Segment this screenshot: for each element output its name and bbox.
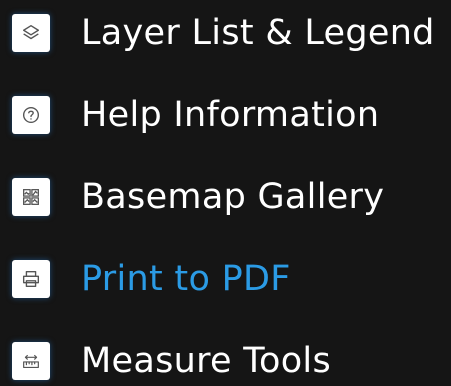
menu-item-layer-list-legend[interactable]: Layer List & Legend — [0, 8, 451, 58]
ruler-measure-icon — [12, 342, 50, 380]
printer-icon — [12, 260, 50, 298]
menu-item-label: Basemap Gallery — [81, 177, 385, 217]
menu-item-print-to-pdf[interactable]: Print to PDF — [0, 254, 451, 304]
menu-item-basemap-gallery[interactable]: Basemap Gallery — [0, 172, 451, 222]
menu-item-measure-tools[interactable]: Measure Tools — [0, 336, 451, 386]
menu-item-help-information[interactable]: Help Information — [0, 90, 451, 140]
menu-item-label: Help Information — [81, 95, 380, 135]
basemap-grid-icon — [12, 178, 50, 216]
menu-item-label: Print to PDF — [81, 259, 291, 299]
layers-icon — [12, 14, 50, 52]
menu-item-label: Measure Tools — [81, 341, 331, 381]
help-circle-icon — [12, 96, 50, 134]
tools-menu: Layer List & Legend Help Information Bas… — [0, 0, 451, 386]
menu-item-label: Layer List & Legend — [81, 13, 435, 53]
